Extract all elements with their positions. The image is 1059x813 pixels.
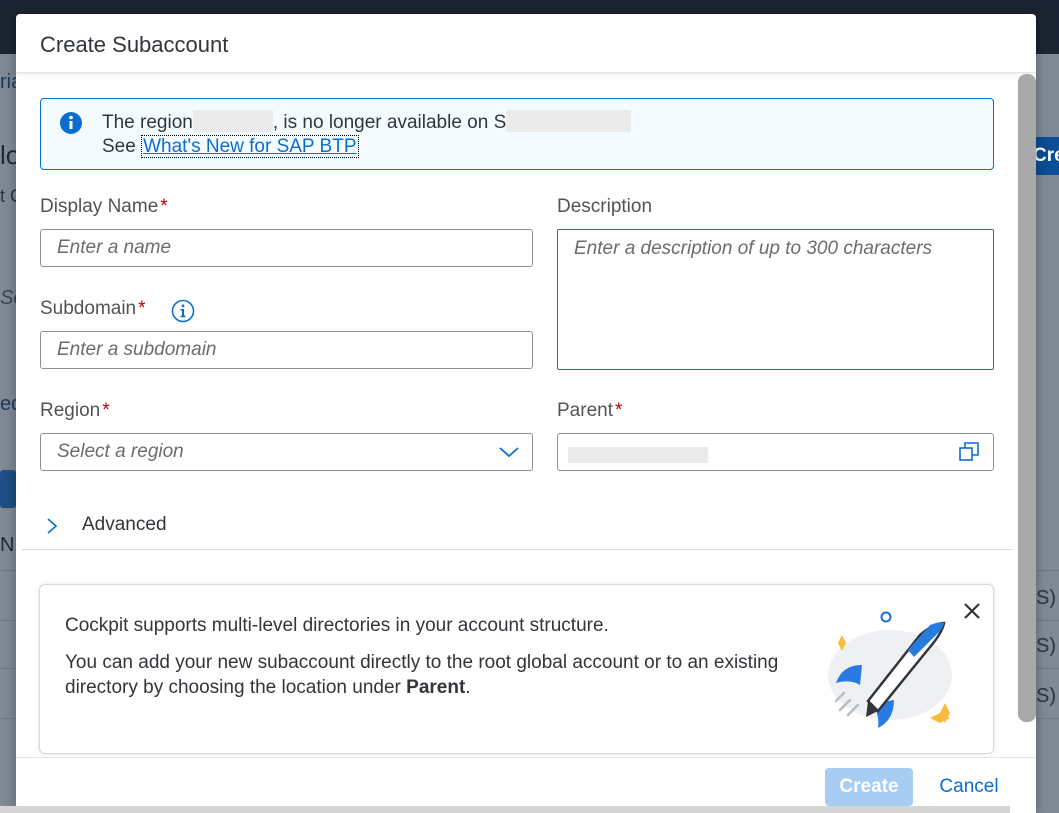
- card-text-1: Cockpit supports multi-level directories…: [65, 615, 609, 636]
- chevron-down-icon: [499, 447, 519, 458]
- info-text: , is no longer available on S: [272, 112, 507, 133]
- card-text-2: You can add your new subaccount directly…: [65, 652, 779, 698]
- bg-text: S): [1036, 587, 1056, 609]
- dialog-header: Create Subaccount: [16, 14, 1036, 73]
- display-name-input[interactable]: Enter a name: [40, 229, 533, 267]
- region-select[interactable]: Select a region: [40, 433, 533, 471]
- cancel-button[interactable]: Cancel: [924, 768, 1014, 806]
- parent-label: Parent *: [557, 400, 623, 421]
- region-placeholder: Select a region: [57, 441, 184, 462]
- bg-text: S): [1036, 635, 1056, 657]
- info-message-strip: The region, is no longer available on S …: [40, 98, 994, 170]
- scrollbar-thumb[interactable]: [1018, 74, 1036, 722]
- vertical-scrollbar[interactable]: [1018, 74, 1036, 784]
- info-text-line2: See What's New for SAP BTP: [102, 135, 359, 158]
- rocket-illustration: [828, 611, 952, 728]
- bg-text: N: [0, 534, 15, 556]
- display-name-label: Display Name *: [40, 196, 168, 217]
- parent-input[interactable]: [557, 433, 994, 471]
- create-subaccount-dialog: Create Subaccount The region , is no long…: [16, 14, 1036, 813]
- redacted-region: [192, 110, 273, 132]
- dialog-footer: Create Cancel: [16, 757, 1036, 813]
- subdomain-input[interactable]: Enter a subdomain: [40, 331, 533, 369]
- info-text: See: [102, 136, 142, 157]
- dialog-title: Create Subaccount: [40, 32, 229, 57]
- subdomain-label: Subdomain *: [40, 298, 146, 319]
- divider: [22, 549, 1012, 550]
- close-icon[interactable]: [962, 601, 982, 621]
- bg-text: S): [1036, 685, 1056, 707]
- info-text: The region: [102, 112, 193, 133]
- directories-info-card: Cockpit supports multi-level directories…: [39, 584, 994, 754]
- info-text-line1: The region , is no longer available on S: [102, 110, 632, 134]
- description-textarea[interactable]: Enter a description of up to 300 charact…: [557, 229, 994, 370]
- advanced-toggle[interactable]: Advanced: [82, 514, 167, 536]
- subdomain-info-icon[interactable]: [171, 299, 195, 323]
- whats-new-link[interactable]: What's New for SAP BTP: [141, 135, 359, 158]
- description-label: Description: [557, 196, 653, 217]
- value-help-icon[interactable]: [957, 440, 981, 464]
- info-icon: [60, 112, 82, 134]
- redacted-text: [506, 110, 632, 132]
- bg-button: [0, 470, 16, 508]
- create-button[interactable]: Create: [825, 768, 913, 806]
- chevron-right-icon[interactable]: [46, 517, 58, 535]
- horizontal-scrollbar[interactable]: [0, 806, 1010, 813]
- redacted-parent-value: [568, 447, 708, 463]
- region-label: Region *: [40, 400, 110, 421]
